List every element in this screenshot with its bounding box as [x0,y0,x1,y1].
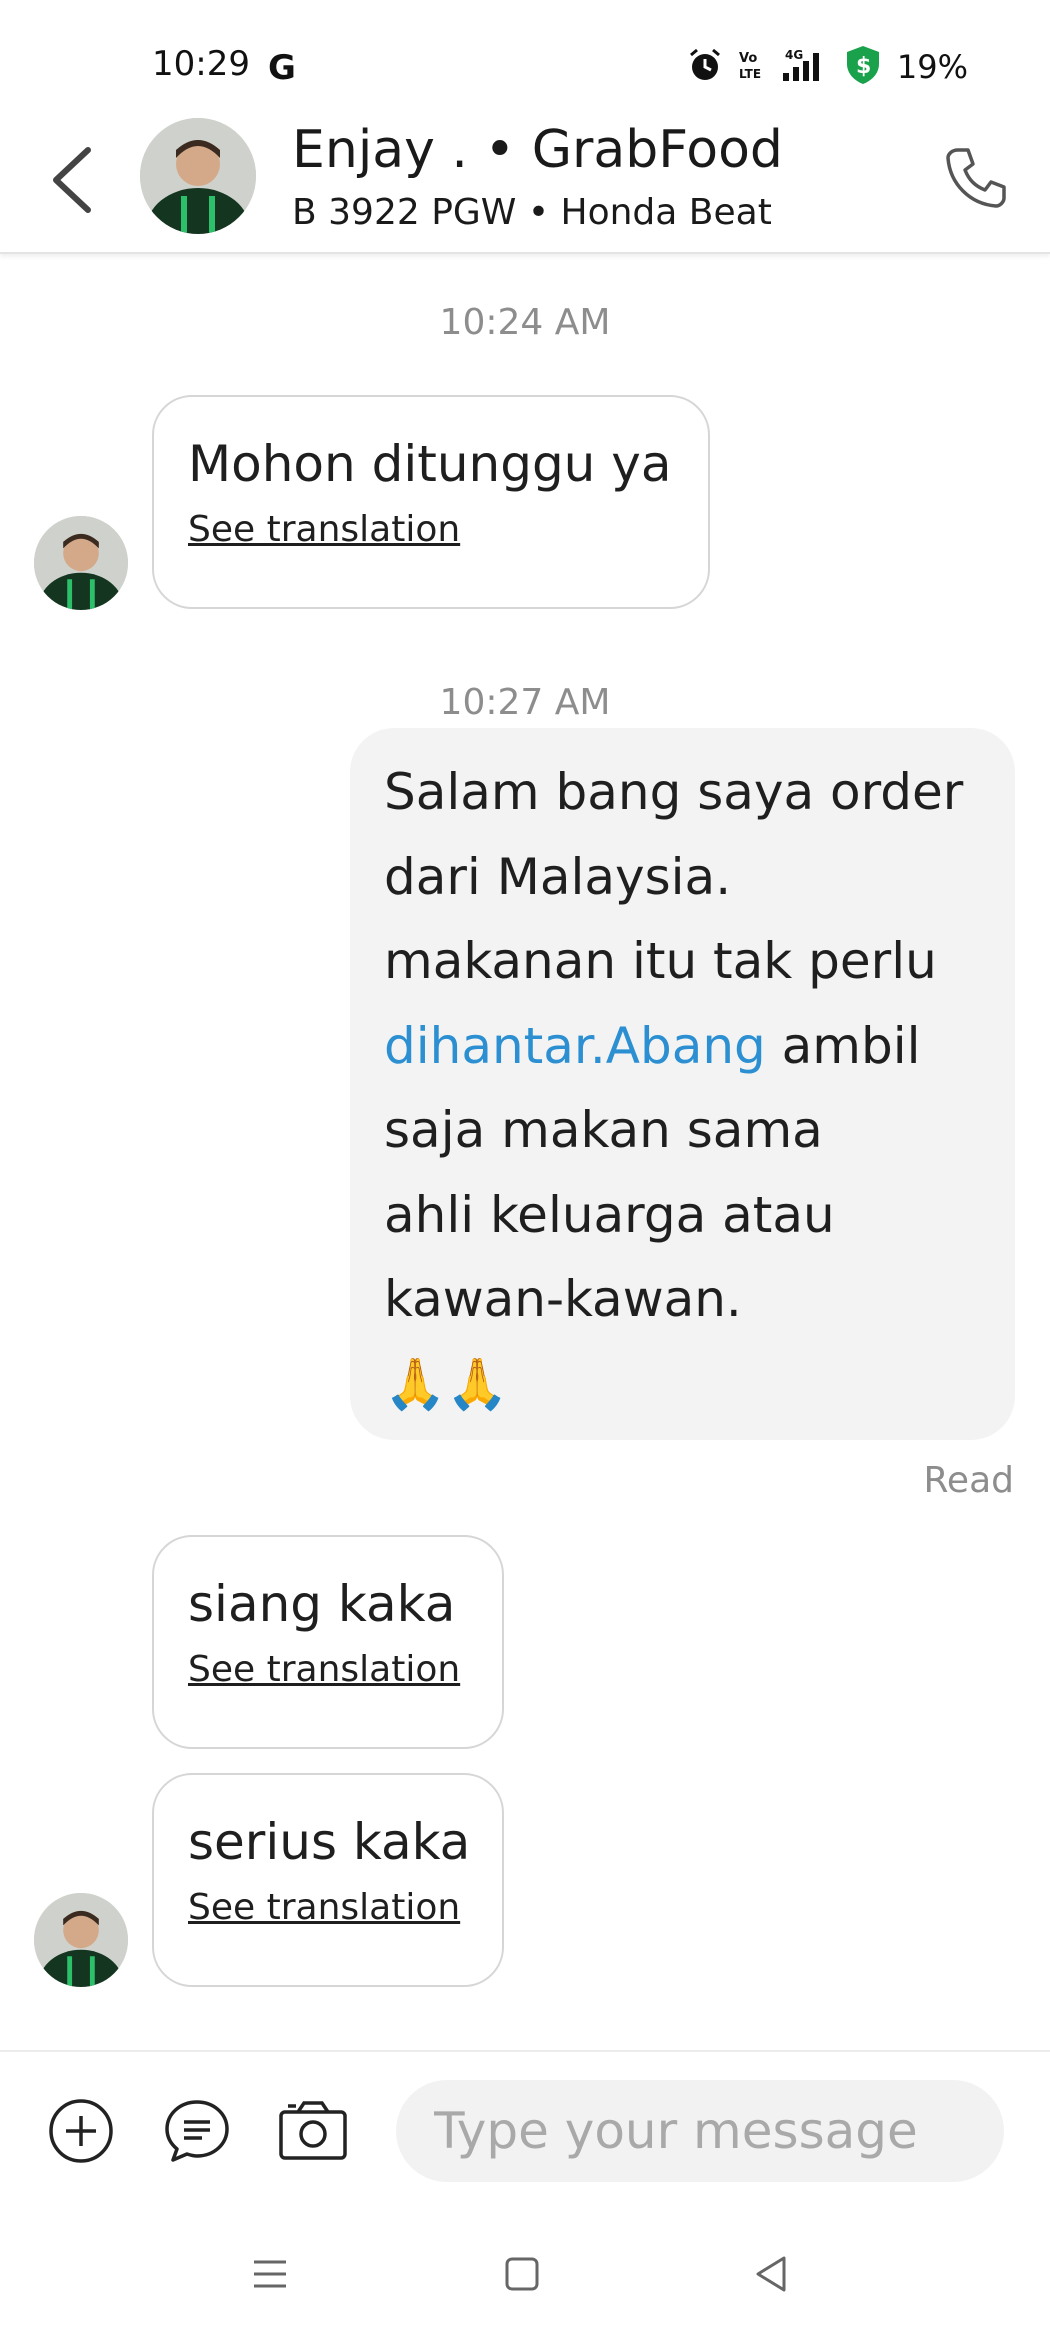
svg-text:$: $ [856,54,871,79]
driver-avatar[interactable] [140,118,256,234]
google-g-icon: G [268,48,296,88]
driver-name: Enjay . • GrabFood [292,120,783,180]
message-input-bar [0,2050,1050,2212]
svg-text:Vo: Vo [739,51,757,66]
system-nav-bar [0,2210,1050,2333]
message-input[interactable] [396,2080,1004,2182]
message-text: serius kaka [188,1813,471,1871]
message-line: ahli keluarga atau [384,1185,835,1244]
home-button[interactable] [494,2246,550,2302]
message-line: makanan itu tak perlu [384,932,937,990]
back-button[interactable] [44,140,104,220]
quick-reply-icon [165,2100,229,2162]
home-nav-icon [505,2257,539,2291]
add-circle-icon [49,2099,113,2163]
quick-reply-button[interactable] [160,2094,234,2168]
status-icons: Vo LTE 4G $ 19% [687,44,968,90]
phone-icon [946,148,1006,208]
4g-signal-icon: 4G [779,47,829,87]
incoming-message: Mohon ditunggu ya See translation [152,395,710,609]
camera-icon [279,2101,347,2160]
menu-nav-icon [254,2260,286,2288]
message-text: siang kaka [188,1575,456,1633]
incoming-message: siang kaka See translation [152,1535,504,1749]
message-line: saja makan sama [384,1101,823,1159]
chat-header: Enjay . • GrabFood B 3922 PGW • Honda Be… [0,110,1050,254]
message-line: Salam bang saya order [384,763,964,821]
add-attachment-button[interactable] [44,2094,118,2168]
driver-avatar-small [34,1893,128,1987]
message-timestamp: 10:24 AM [439,302,611,343]
message-text: Mohon ditunggu ya [188,435,672,493]
volte-icon: Vo LTE [737,47,765,87]
incoming-message: serius kaka See translation [152,1773,504,1987]
outgoing-message: Salam bang saya order dari Malaysia. mak… [350,728,1015,1440]
message-link[interactable]: dihantar.Abang [384,1017,766,1075]
svg-text:LTE: LTE [739,67,761,81]
svg-text:4G: 4G [785,48,803,62]
status-time: 10:29 [152,44,250,84]
message-line-tail: ambil [781,1016,921,1075]
see-translation-link[interactable]: See translation [188,1649,468,1690]
shield-dollar-icon: $ [843,44,883,90]
battery-level: 19% [896,48,968,86]
praying-hands-emoji: 🙏🙏 [384,1354,509,1413]
message-timestamp: 10:27 AM [439,682,611,723]
driver-avatar-small [34,516,128,610]
message-line: kawan-kawan. [384,1270,742,1328]
call-button[interactable] [940,142,1012,214]
see-translation-link[interactable]: See translation [188,1887,468,1928]
back-chevron-icon [53,147,91,213]
see-translation-link[interactable]: See translation [188,509,674,550]
system-back-button[interactable] [744,2246,800,2302]
vehicle-info: B 3922 PGW • Honda Beat [292,192,772,233]
read-receipt: Read [923,1460,1014,1501]
recent-apps-button[interactable] [242,2246,298,2302]
back-nav-icon [756,2256,786,2292]
message-line-with-link: dihantar.Abang ambil [384,1004,981,1089]
status-bar: 10:29 G Vo LTE 4G $ 19% [0,0,1050,120]
message-line: dari Malaysia. [384,847,732,906]
camera-button[interactable] [276,2094,350,2168]
alarm-icon [687,47,723,87]
